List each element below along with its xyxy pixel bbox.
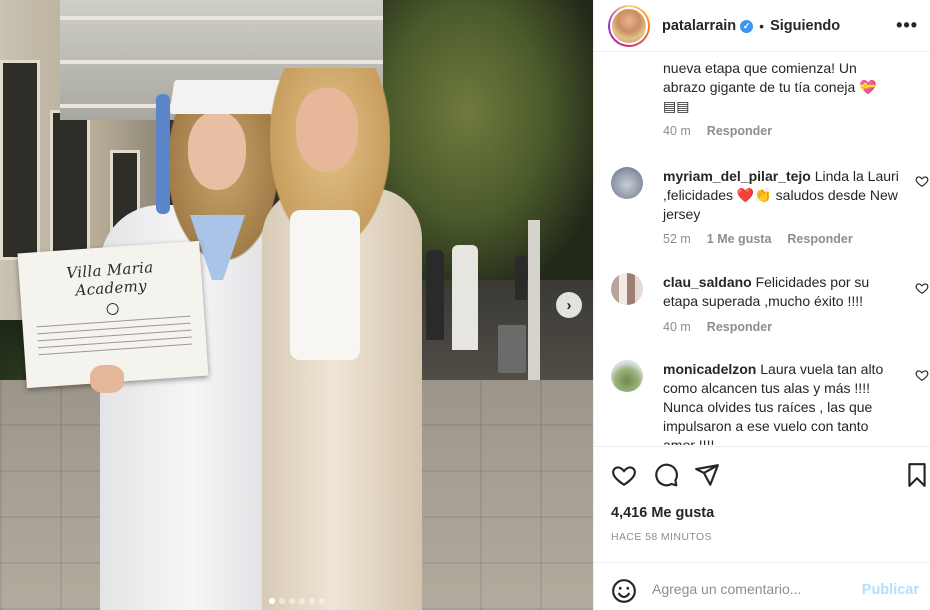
carousel-dots xyxy=(0,598,593,604)
like-comment-heart-icon[interactable] xyxy=(915,368,929,382)
like-comment-heart-icon[interactable] xyxy=(915,281,929,295)
more-options-icon[interactable]: ••• xyxy=(896,15,918,36)
avatar-image xyxy=(610,6,648,45)
cap-tassel xyxy=(156,94,170,214)
like-comment-heart-icon[interactable] xyxy=(915,174,929,188)
bystander xyxy=(515,255,527,300)
commenter-username[interactable]: monicadelzon xyxy=(663,361,756,377)
author-username-text: patalarrain xyxy=(662,17,737,34)
comment-time: 40 m xyxy=(663,320,691,334)
carousel-dot xyxy=(268,598,275,604)
emoji-icon[interactable] xyxy=(611,578,637,604)
diploma-seal xyxy=(106,302,120,316)
window xyxy=(0,60,40,260)
add-comment-row: Publicar xyxy=(594,562,930,610)
trash-bin xyxy=(498,325,526,373)
carousel-dot xyxy=(278,598,285,604)
comment-likes[interactable]: 1 Me gusta xyxy=(707,232,772,246)
comment-meta: 40 m Responder xyxy=(663,124,788,138)
carousel-dot xyxy=(308,598,315,604)
comment-input[interactable] xyxy=(652,575,852,603)
commenter-avatar[interactable] xyxy=(611,167,643,199)
post-actions-bar xyxy=(594,446,930,496)
comment-time: 52 m xyxy=(663,232,691,246)
bystander xyxy=(426,250,444,340)
comment-emoji: ▤▤ xyxy=(663,98,690,114)
likes-count[interactable]: 4,416 Me gusta xyxy=(611,505,714,521)
reply-button[interactable]: Responder xyxy=(707,320,772,334)
comment-bubble-icon[interactable] xyxy=(653,462,679,488)
bystander xyxy=(452,245,478,350)
next-photo-button[interactable]: › xyxy=(556,292,582,318)
commenter-username[interactable]: clau_saldano xyxy=(663,274,752,290)
post-side-panel: patalarrain ✓ • Siguiendo ••• nueva etapa… xyxy=(593,0,930,610)
comment-meta: 40 m Responder xyxy=(663,320,788,334)
comment-text: nueva etapa que comienza! Un abrazo giga… xyxy=(663,59,903,116)
pillar xyxy=(528,220,540,380)
window xyxy=(50,110,90,270)
graduation-cap xyxy=(169,80,287,114)
diploma-title: Villa Maria Academy xyxy=(65,258,155,300)
post-photo[interactable]: Villa Maria Academy › xyxy=(0,0,593,610)
comment-meta: 52 m 1 Me gusta Responder xyxy=(663,232,869,246)
reply-button[interactable]: Responder xyxy=(787,232,852,246)
avatar[interactable] xyxy=(608,4,650,47)
commenter-username[interactable]: myriam_del_pilar_tejo xyxy=(663,168,811,184)
comment-body: nueva etapa que comienza! Un abrazo giga… xyxy=(663,60,877,95)
post-time[interactable]: HACE 58 MINUTOS xyxy=(611,531,712,543)
comment-text: myriam_del_pilar_tejo Linda la Lauri ,fe… xyxy=(663,167,903,224)
share-paper-plane-icon[interactable] xyxy=(694,462,720,488)
commenter-avatar[interactable] xyxy=(611,360,643,392)
bookmark-icon[interactable] xyxy=(904,462,930,488)
reply-button[interactable]: Responder xyxy=(707,124,772,138)
carousel-dot xyxy=(288,598,295,604)
comment-text: clau_saldano Felicidades por su etapa su… xyxy=(663,273,903,311)
following-button[interactable]: Siguiendo xyxy=(770,18,840,34)
like-heart-icon[interactable] xyxy=(611,462,637,488)
header-separator: • xyxy=(759,17,765,34)
verified-icon: ✓ xyxy=(740,19,754,33)
post-header: patalarrain ✓ • Siguiendo ••• xyxy=(594,0,930,52)
comments-list[interactable]: nueva etapa que comienza! Un abrazo giga… xyxy=(594,53,930,445)
graduate-face xyxy=(188,112,246,190)
diploma-text-line xyxy=(36,315,191,328)
author-username[interactable]: patalarrain ✓ xyxy=(662,17,754,34)
graduate-hand xyxy=(90,365,124,393)
carousel-dot xyxy=(298,598,305,604)
comment-time: 40 m xyxy=(663,124,691,138)
post-comment-button[interactable]: Publicar xyxy=(862,582,919,598)
commenter-avatar[interactable] xyxy=(611,273,643,305)
carousel-dot xyxy=(318,598,325,604)
woman-blouse xyxy=(290,210,360,360)
comment-text: monicadelzon Laura vuela tan alto como a… xyxy=(663,360,903,445)
woman-face xyxy=(296,88,358,172)
